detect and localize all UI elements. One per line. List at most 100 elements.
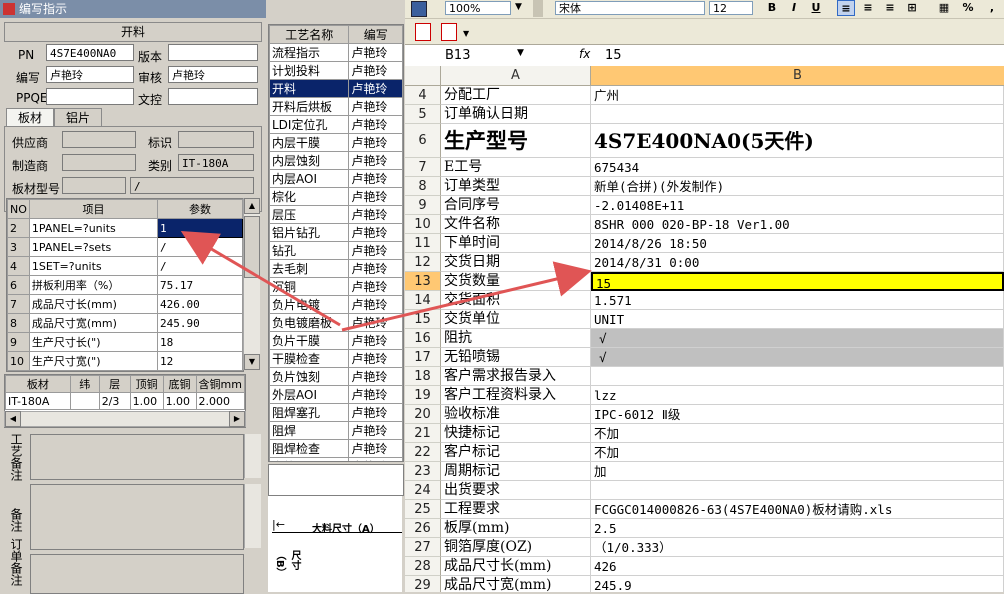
row-header[interactable]: 25	[405, 500, 441, 519]
cell-a[interactable]: 周期标记	[441, 462, 591, 481]
writer-field[interactable]: 卢艳玲	[46, 66, 134, 83]
process-item[interactable]: 负片干膜 卢艳玲	[269, 331, 403, 350]
scroll-left-icon[interactable]: ◀	[5, 411, 21, 427]
cell-b[interactable]	[591, 367, 1004, 386]
formula-input[interactable]: 15	[605, 48, 622, 63]
param-scrollbar[interactable]: ▲ ▼	[243, 198, 260, 370]
row-value[interactable]: 245.90	[157, 313, 243, 333]
scroll-thumb[interactable]	[244, 216, 260, 278]
row-header[interactable]: 14	[405, 291, 441, 310]
cell-b[interactable]: √	[591, 329, 1004, 348]
italic-button[interactable]: I	[785, 0, 803, 16]
row-header[interactable]: 24	[405, 481, 441, 500]
row-value[interactable]: 1	[157, 218, 243, 238]
version-field[interactable]	[168, 44, 258, 61]
cell-a[interactable]: 工程要求	[441, 500, 591, 519]
cell-a[interactable]: 订单确认日期	[441, 105, 591, 124]
notes-scrollbar-2[interactable]	[244, 484, 261, 548]
scroll-down-icon[interactable]: ▼	[244, 354, 260, 370]
select-all-corner[interactable]	[405, 66, 441, 86]
help-icon[interactable]: ▼	[515, 2, 522, 12]
process-item[interactable]: LDI定位孔 卢艳玲	[269, 115, 403, 134]
row-value[interactable]: /	[157, 237, 243, 257]
process-item[interactable]: 字符卢艳玲	[269, 457, 403, 461]
row-header[interactable]: 19	[405, 386, 441, 405]
row-header[interactable]: 22	[405, 443, 441, 462]
cell-a[interactable]: 文件名称	[441, 215, 591, 234]
cell-a[interactable]: 阻抗	[441, 329, 591, 348]
col-header-b[interactable]: B	[591, 66, 1004, 86]
name-box-dropdown-icon[interactable]: ▼	[517, 48, 524, 58]
cell-a[interactable]: 铜箔厚度(OZ)	[441, 538, 591, 557]
doc-control-field[interactable]	[168, 88, 258, 105]
row-header[interactable]: 10	[405, 215, 441, 234]
row-header[interactable]: 7	[405, 158, 441, 177]
row-header[interactable]: 17	[405, 348, 441, 367]
model-field[interactable]	[62, 177, 126, 194]
process-item[interactable]: 内层AOI 卢艳玲	[269, 169, 403, 188]
row-header[interactable]: 6	[405, 124, 441, 158]
process-item[interactable]: 负片蚀刻 卢艳玲	[269, 367, 403, 386]
category-field[interactable]: IT-180A	[178, 154, 254, 171]
scroll-right-icon[interactable]: ▶	[229, 411, 245, 427]
cell-a[interactable]: 生产型号	[441, 124, 591, 158]
row-header[interactable]: 27	[405, 538, 441, 557]
row-header[interactable]: 28	[405, 557, 441, 576]
cell-a[interactable]: 成品尺寸长(mm)	[441, 557, 591, 576]
cell-a[interactable]: 客户工程资料录入	[441, 386, 591, 405]
row-value[interactable]: 426.00	[157, 294, 243, 314]
currency-icon[interactable]: ▦	[935, 0, 953, 16]
table-row[interactable]: 3 1PANEL=?sets /	[7, 237, 243, 257]
cell-b[interactable]: 不加	[591, 424, 1004, 443]
cell-b[interactable]: 15	[591, 272, 1004, 291]
cell-b[interactable]: 1.571	[591, 291, 1004, 310]
cell-a[interactable]: 订单类型	[441, 177, 591, 196]
name-box[interactable]: B13	[445, 48, 525, 64]
table-row[interactable]: IT-180A 2/3 1.00 1.00 2.000	[5, 392, 245, 410]
cell-b[interactable]: 4S7E400NA0(5天件)	[591, 124, 1004, 158]
ppqe-field[interactable]	[46, 88, 134, 105]
table-row[interactable]: 6 拼板利用率（%） 75.17	[7, 275, 243, 295]
row-header[interactable]: 11	[405, 234, 441, 253]
row-header[interactable]: 26	[405, 519, 441, 538]
hscrollbar[interactable]: ◀ ▶	[4, 411, 246, 427]
cell-b[interactable]: IPC-6012 Ⅱ级	[591, 405, 1004, 424]
cell-b[interactable]: lzz	[591, 386, 1004, 405]
row-header[interactable]: 13	[405, 272, 441, 291]
process-item[interactable]: 负电镀磨板 卢艳玲	[269, 313, 403, 332]
process-item[interactable]: 阻焊 卢艳玲	[269, 421, 403, 440]
fx-label[interactable]: fx	[579, 47, 590, 61]
process-item[interactable]: 外层AOI 卢艳玲	[269, 385, 403, 404]
font-select[interactable]: 宋体	[555, 1, 705, 15]
underline-button[interactable]: U	[807, 0, 825, 16]
cell-a[interactable]: 交货数量	[441, 272, 591, 291]
row-header[interactable]: 18	[405, 367, 441, 386]
row-value[interactable]: 75.17	[157, 275, 243, 295]
process-item[interactable]: 去毛刺 卢艳玲	[269, 259, 403, 278]
cell-b[interactable]: 新单(合拼)(外发制作)	[591, 177, 1004, 196]
cell-b[interactable]: 426	[591, 557, 1004, 576]
cell-a[interactable]: 合同序号	[441, 196, 591, 215]
table-row[interactable]: 10 生产尺寸宽(") 12	[7, 351, 243, 371]
mark-field[interactable]	[178, 131, 254, 148]
save-icon[interactable]	[411, 1, 427, 17]
col-header-a[interactable]: A	[441, 66, 591, 86]
row-header[interactable]: 29	[405, 576, 441, 592]
row-header[interactable]: 15	[405, 310, 441, 329]
cell-b[interactable]: UNIT	[591, 310, 1004, 329]
comma-icon[interactable]: ,	[983, 0, 1001, 16]
row-header[interactable]: 16	[405, 329, 441, 348]
row-header[interactable]: 21	[405, 424, 441, 443]
merge-center-icon[interactable]: ⊞	[903, 0, 921, 16]
cell-a[interactable]: 交货单位	[441, 310, 591, 329]
pdf-icon[interactable]	[415, 23, 431, 41]
scroll-up-icon[interactable]: ▲	[244, 198, 260, 214]
model-field-2[interactable]: /	[130, 177, 254, 194]
process-item[interactable]: 层压 卢艳玲	[269, 205, 403, 224]
table-row[interactable]: 7 成品尺寸长(mm) 426.00	[7, 294, 243, 314]
cell-a[interactable]: 出货要求	[441, 481, 591, 500]
font-size-select[interactable]: 12	[709, 1, 753, 15]
zoom-select[interactable]: 100%	[445, 1, 511, 15]
row-value[interactable]: /	[157, 256, 243, 276]
row-header[interactable]: 8	[405, 177, 441, 196]
